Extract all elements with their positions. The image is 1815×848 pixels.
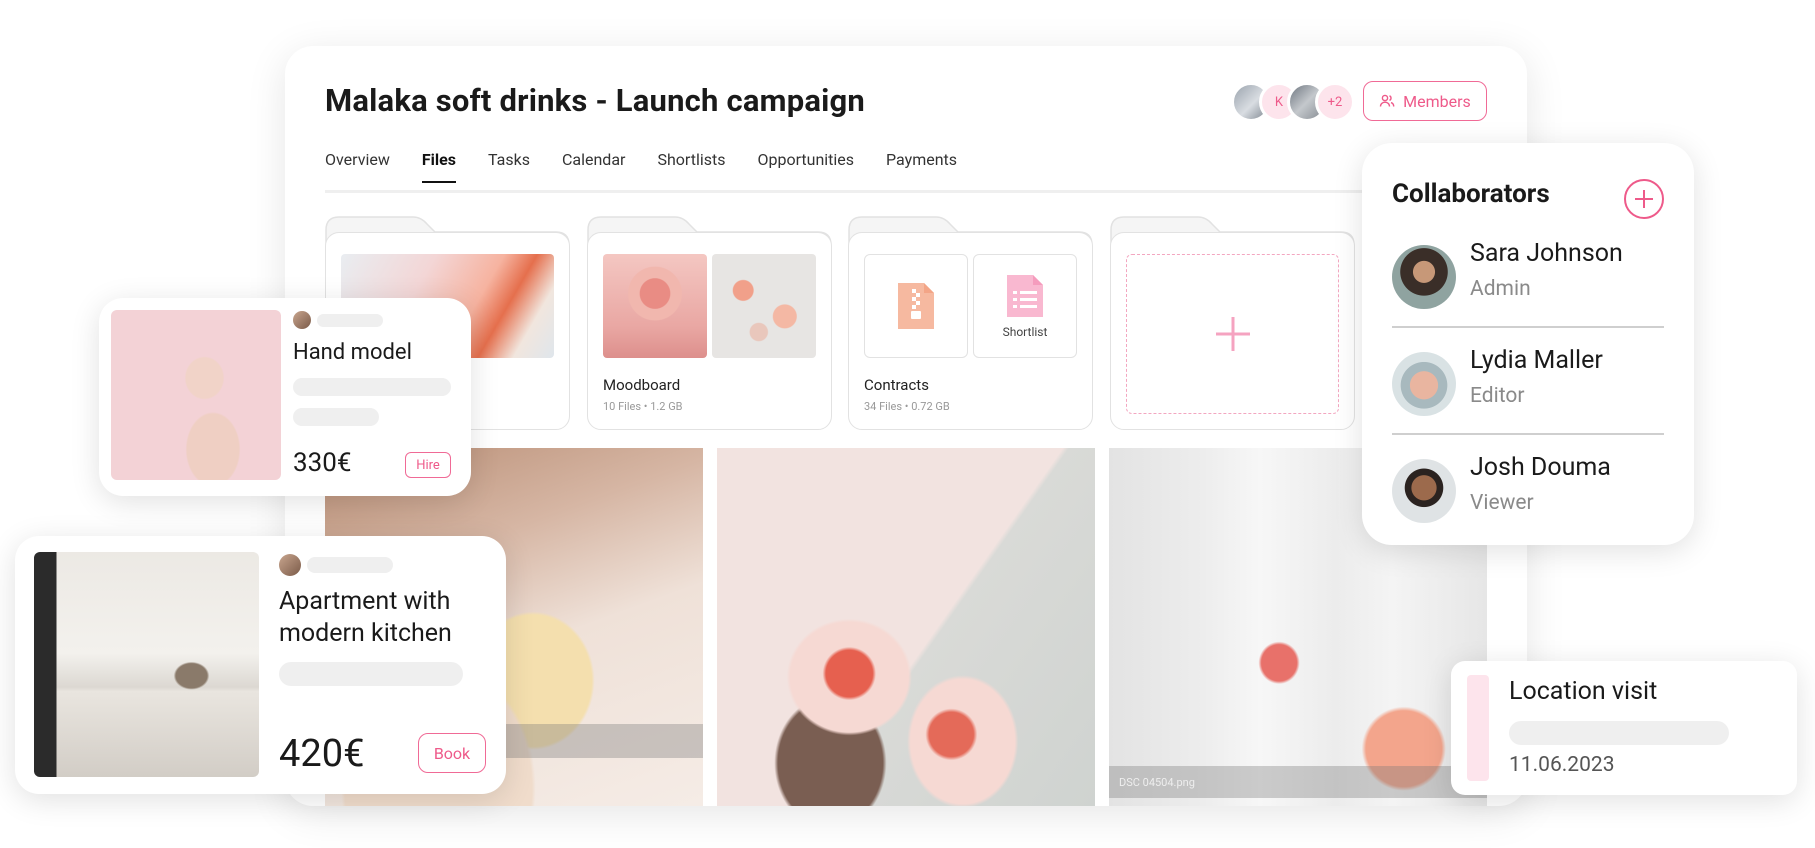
tab-shortlists[interactable]: Shortlists bbox=[657, 150, 725, 183]
collaborators-panel: Collaborators Sara Johnson Admin Lydia M… bbox=[1362, 143, 1694, 545]
card-title: Hand model bbox=[293, 340, 412, 365]
event-color-bar bbox=[1467, 675, 1489, 781]
tab-payments[interactable]: Payments bbox=[886, 150, 957, 183]
folder-name: Contracts bbox=[864, 376, 929, 394]
tab-overview[interactable]: Overview bbox=[325, 150, 390, 183]
skeleton-line bbox=[293, 408, 379, 426]
price: 420€ bbox=[279, 732, 365, 776]
zip-file-icon bbox=[898, 283, 934, 329]
tab-bar: Overview Files Tasks Calendar Shortlists… bbox=[325, 150, 957, 183]
collaborator-role: Viewer bbox=[1470, 491, 1534, 515]
users-icon bbox=[1379, 94, 1395, 107]
collaborator-name: Josh Douma bbox=[1470, 453, 1611, 482]
collaborator-item[interactable]: Lydia Maller Editor bbox=[1392, 346, 1664, 438]
more-members-badge[interactable]: +2 bbox=[1315, 82, 1355, 122]
member-avatars[interactable]: K +2 bbox=[1231, 82, 1355, 122]
page-title: Malaka soft drinks - Launch campaign bbox=[325, 82, 866, 119]
list-file-icon bbox=[1007, 275, 1043, 317]
add-collaborator-button[interactable] bbox=[1624, 179, 1664, 219]
book-button[interactable]: Book bbox=[418, 733, 486, 773]
divider bbox=[1392, 326, 1664, 328]
divider bbox=[1392, 433, 1664, 435]
panel-title: Collaborators bbox=[1392, 179, 1550, 209]
skeleton-line bbox=[307, 557, 393, 573]
event-title: Location visit bbox=[1509, 677, 1658, 706]
zip-file-tile[interactable] bbox=[864, 254, 968, 358]
plus-icon bbox=[1635, 190, 1653, 208]
tab-opportunities[interactable]: Opportunities bbox=[757, 150, 854, 183]
tab-divider bbox=[325, 190, 1487, 193]
folder-meta: 34 Files • 0.72 GB bbox=[864, 400, 950, 413]
hand-model-image bbox=[111, 310, 281, 480]
collaborator-role: Editor bbox=[1470, 384, 1525, 408]
apartment-card[interactable]: Apartment with modern kitchen 420€ Book bbox=[15, 536, 506, 794]
event-date: 11.06.2023 bbox=[1509, 753, 1615, 777]
skeleton-line bbox=[293, 378, 451, 396]
collaborator-role: Admin bbox=[1470, 277, 1531, 301]
avatar bbox=[1392, 459, 1456, 523]
hire-button[interactable]: Hire bbox=[405, 452, 451, 478]
skeleton-line bbox=[1509, 721, 1729, 745]
folder-thumbnail bbox=[603, 254, 707, 358]
file-label: Shortlist bbox=[1002, 325, 1048, 339]
members-label: Members bbox=[1403, 91, 1471, 111]
tab-tasks[interactable]: Tasks bbox=[488, 150, 530, 183]
location-visit-card[interactable]: Location visit 11.06.2023 bbox=[1451, 661, 1797, 795]
avatar bbox=[1392, 245, 1456, 309]
collaborator-name: Sara Johnson bbox=[1470, 239, 1623, 268]
avatar bbox=[279, 554, 301, 576]
folder-contracts[interactable]: Shortlist Contracts 34 Files • 0.72 GB bbox=[848, 216, 1093, 430]
collaborator-item[interactable]: Josh Douma Viewer bbox=[1392, 453, 1664, 545]
shortlist-file-tile[interactable]: Shortlist bbox=[973, 254, 1077, 358]
avatar bbox=[1392, 352, 1456, 416]
plus-icon bbox=[1215, 317, 1250, 351]
card-title: Apartment with modern kitchen bbox=[279, 587, 452, 648]
photo-caption: DSC 04504.png bbox=[1109, 766, 1487, 798]
folder-thumbnail bbox=[712, 254, 816, 358]
skeleton-line bbox=[279, 662, 463, 686]
folder-new[interactable] bbox=[1110, 216, 1355, 430]
collaborator-name: Lydia Maller bbox=[1470, 346, 1603, 375]
tab-files[interactable]: Files bbox=[421, 150, 456, 183]
photo-cocktails[interactable] bbox=[717, 448, 1095, 806]
folder-moodboard[interactable]: Moodboard 10 Files • 1.2 GB bbox=[587, 216, 832, 430]
collaborator-item[interactable]: Sara Johnson Admin bbox=[1392, 239, 1664, 331]
price: 330€ bbox=[293, 448, 352, 478]
hand-model-card[interactable]: Hand model 330€ Hire bbox=[99, 298, 471, 496]
folder-meta: 10 Files • 1.2 GB bbox=[603, 400, 683, 413]
folder-name: Moodboard bbox=[603, 376, 681, 394]
tab-calendar[interactable]: Calendar bbox=[562, 150, 625, 183]
avatar bbox=[293, 311, 311, 329]
apartment-image bbox=[34, 552, 259, 777]
skeleton-line bbox=[317, 313, 383, 327]
add-folder-button[interactable] bbox=[1126, 254, 1339, 414]
members-button[interactable]: Members bbox=[1363, 81, 1487, 121]
